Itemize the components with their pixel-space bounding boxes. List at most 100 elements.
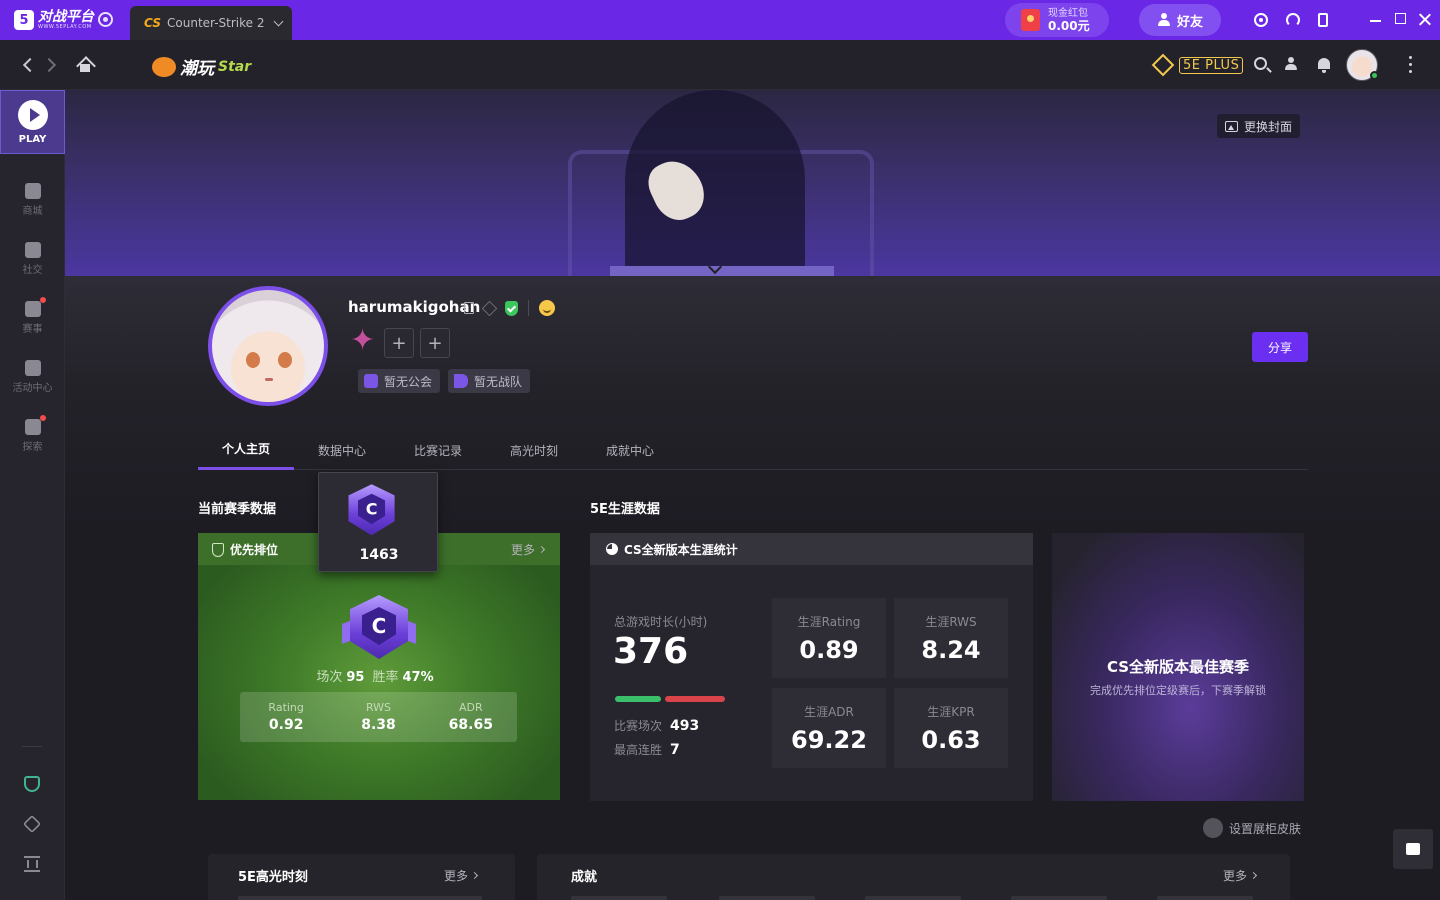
sidebar-item-label: 探索 (22, 442, 43, 453)
tile-value: 0.89 (799, 635, 859, 664)
play-button[interactable]: PLAY (0, 90, 65, 154)
achievements-more-link[interactable]: 更多 (1223, 867, 1258, 884)
sidebar-item-events[interactable]: 赛事 (0, 297, 65, 351)
settings-icon[interactable] (98, 12, 113, 27)
win-loss-bar (615, 696, 725, 702)
highlights-more-link[interactable]: 更多 (444, 867, 479, 884)
user-avatar[interactable] (1346, 49, 1379, 81)
game-selector-tab[interactable]: CS Counter-Strike 2 (130, 6, 292, 40)
copy-icon[interactable] (464, 302, 474, 314)
flag-icon (454, 374, 469, 388)
star-badge-icon[interactable] (350, 323, 378, 358)
shop-bag-icon (24, 183, 41, 199)
career-tile-kpr: 生涯KPR 0.63 (894, 688, 1008, 768)
sidebar-item-mall[interactable]: 商城 (0, 183, 65, 233)
chevron-right-icon (1249, 871, 1258, 880)
search-icon[interactable] (1254, 57, 1267, 70)
headset-icon[interactable] (1286, 13, 1300, 27)
season-more-link[interactable]: 更多 (511, 541, 546, 558)
ranked-mode-label: 优先排位 (212, 541, 278, 558)
rank-emblem-small-icon: C (342, 481, 401, 540)
sidebar-item-activity[interactable]: 活动中心 (0, 360, 65, 410)
career-streak-value: 7 (670, 742, 680, 758)
tab-achievements[interactable]: 成就中心 (582, 430, 678, 470)
cover-art-keyboard (610, 266, 834, 276)
emoji-status-icon[interactable] (539, 300, 555, 316)
back-arrow-icon[interactable] (22, 57, 38, 73)
team-tag[interactable]: 暂无战队 (448, 369, 531, 393)
tile-label: 生涯RWS (925, 614, 977, 629)
best-season-title: CS全新版本最佳赛季 (1106, 658, 1250, 676)
target-icon[interactable] (1254, 13, 1268, 27)
achievement-slot (571, 896, 667, 900)
career-streak: 最高连胜 7 (614, 741, 680, 758)
best-season-card[interactable]: CS全新版本最佳赛季 完成优先排位定级赛后，下赛季解锁 (1052, 533, 1304, 801)
metric-label: ADR (459, 701, 483, 714)
rank-emblem-icon: C (342, 591, 416, 665)
close-icon[interactable] (1418, 13, 1431, 26)
add-badge-button[interactable]: + (420, 328, 450, 358)
best-season-subtitle: 完成优先排位定级赛后，下赛季解锁 (1090, 684, 1266, 697)
profile-avatar[interactable] (208, 286, 328, 406)
guild-tag[interactable]: 暂无公会 (358, 369, 441, 393)
hourglass-icon[interactable] (24, 856, 40, 872)
total-hours-label: 总游戏时长(小时) (614, 615, 708, 629)
anticheat-shield-icon[interactable] (24, 776, 40, 792)
metric-rws: RWS 8.38 (332, 692, 424, 742)
chat-float-button[interactable] (1393, 829, 1433, 869)
avatar-eye (246, 352, 260, 368)
brand-text: 潮玩 (180, 59, 214, 79)
metric-value: 8.38 (361, 717, 396, 733)
5e-plus-badge[interactable]: 5E PLUS (1151, 53, 1244, 77)
tab-match-history[interactable]: 比赛记录 (390, 430, 486, 470)
season-card[interactable]: 优先排位 更多 C 场次 95 胜率 47% Rating 0.92 RWS 8.38… (198, 533, 560, 800)
more-menu-icon[interactable] (1409, 56, 1413, 74)
forward-arrow-icon[interactable] (41, 57, 57, 73)
home-icon[interactable] (77, 56, 93, 72)
tab-home[interactable]: 个人主页 (198, 430, 294, 470)
guild-tag-label: 暂无公会 (384, 374, 433, 389)
tile-value: 8.24 (921, 635, 981, 664)
share-button[interactable]: 分享 (1252, 332, 1308, 362)
tab-highlights[interactable]: 高光时刻 (486, 430, 582, 470)
metric-value: 68.65 (448, 717, 493, 733)
rank-score: 1463 (359, 547, 399, 563)
phone-icon[interactable] (1318, 13, 1328, 27)
add-badge-button[interactable]: + (384, 328, 414, 358)
contacts-icon[interactable] (1284, 57, 1300, 73)
guild-icon (364, 374, 378, 388)
season-metrics: Rating 0.92 RWS 8.38 ADR 68.65 (240, 692, 517, 742)
sidebar-item-explore[interactable]: 探索 (0, 415, 65, 469)
logo-text: 对战平台 (38, 9, 94, 25)
plus-label: 5E PLUS (1179, 56, 1244, 74)
metric-value: 0.92 (268, 717, 304, 733)
showcase-skin-button[interactable]: 设置展柜皮肤 (1203, 818, 1301, 838)
career-panel-title: CS全新版本生涯统计 (624, 542, 738, 557)
chevron-down-icon (273, 16, 283, 26)
tag-row: 暂无公会 暂无战队 (358, 369, 531, 393)
more-label: 更多 (444, 869, 469, 883)
sidebar-item-social[interactable]: 社交 (0, 242, 65, 292)
sidebar-item-label: 赛事 (22, 324, 43, 335)
maximize-icon[interactable] (1395, 13, 1406, 24)
red-envelope-icon (1021, 9, 1040, 31)
sidebar-item-label: 商城 (22, 206, 43, 217)
play-label: PLAY (18, 133, 47, 145)
gem-icon[interactable] (481, 300, 498, 316)
brand-star-text: Star (218, 58, 252, 75)
cube-icon[interactable] (22, 814, 42, 834)
pie-chart-icon (606, 543, 618, 555)
avatar-mouth (265, 378, 273, 381)
tab-data-center[interactable]: 数据中心 (294, 430, 390, 470)
metric-label: Rating (268, 701, 304, 714)
change-cover-button[interactable]: 更换封面 (1217, 114, 1301, 138)
friends-button[interactable]: 好友 (1139, 4, 1221, 36)
loss-segment (665, 696, 725, 702)
bell-icon[interactable] (1316, 57, 1332, 73)
cash-redpacket-button[interactable]: 现金红包 0.00元 (1005, 3, 1109, 37)
minimize-icon[interactable] (1370, 20, 1381, 22)
app-logo[interactable]: 5 对战平台 WWW.5EPLAY.COM (14, 8, 94, 32)
verified-shield-icon[interactable] (505, 300, 518, 316)
chaowan-star-brand[interactable]: 潮玩 Star (152, 54, 251, 79)
career-tile-adr: 生涯ADR 69.22 (772, 688, 886, 768)
